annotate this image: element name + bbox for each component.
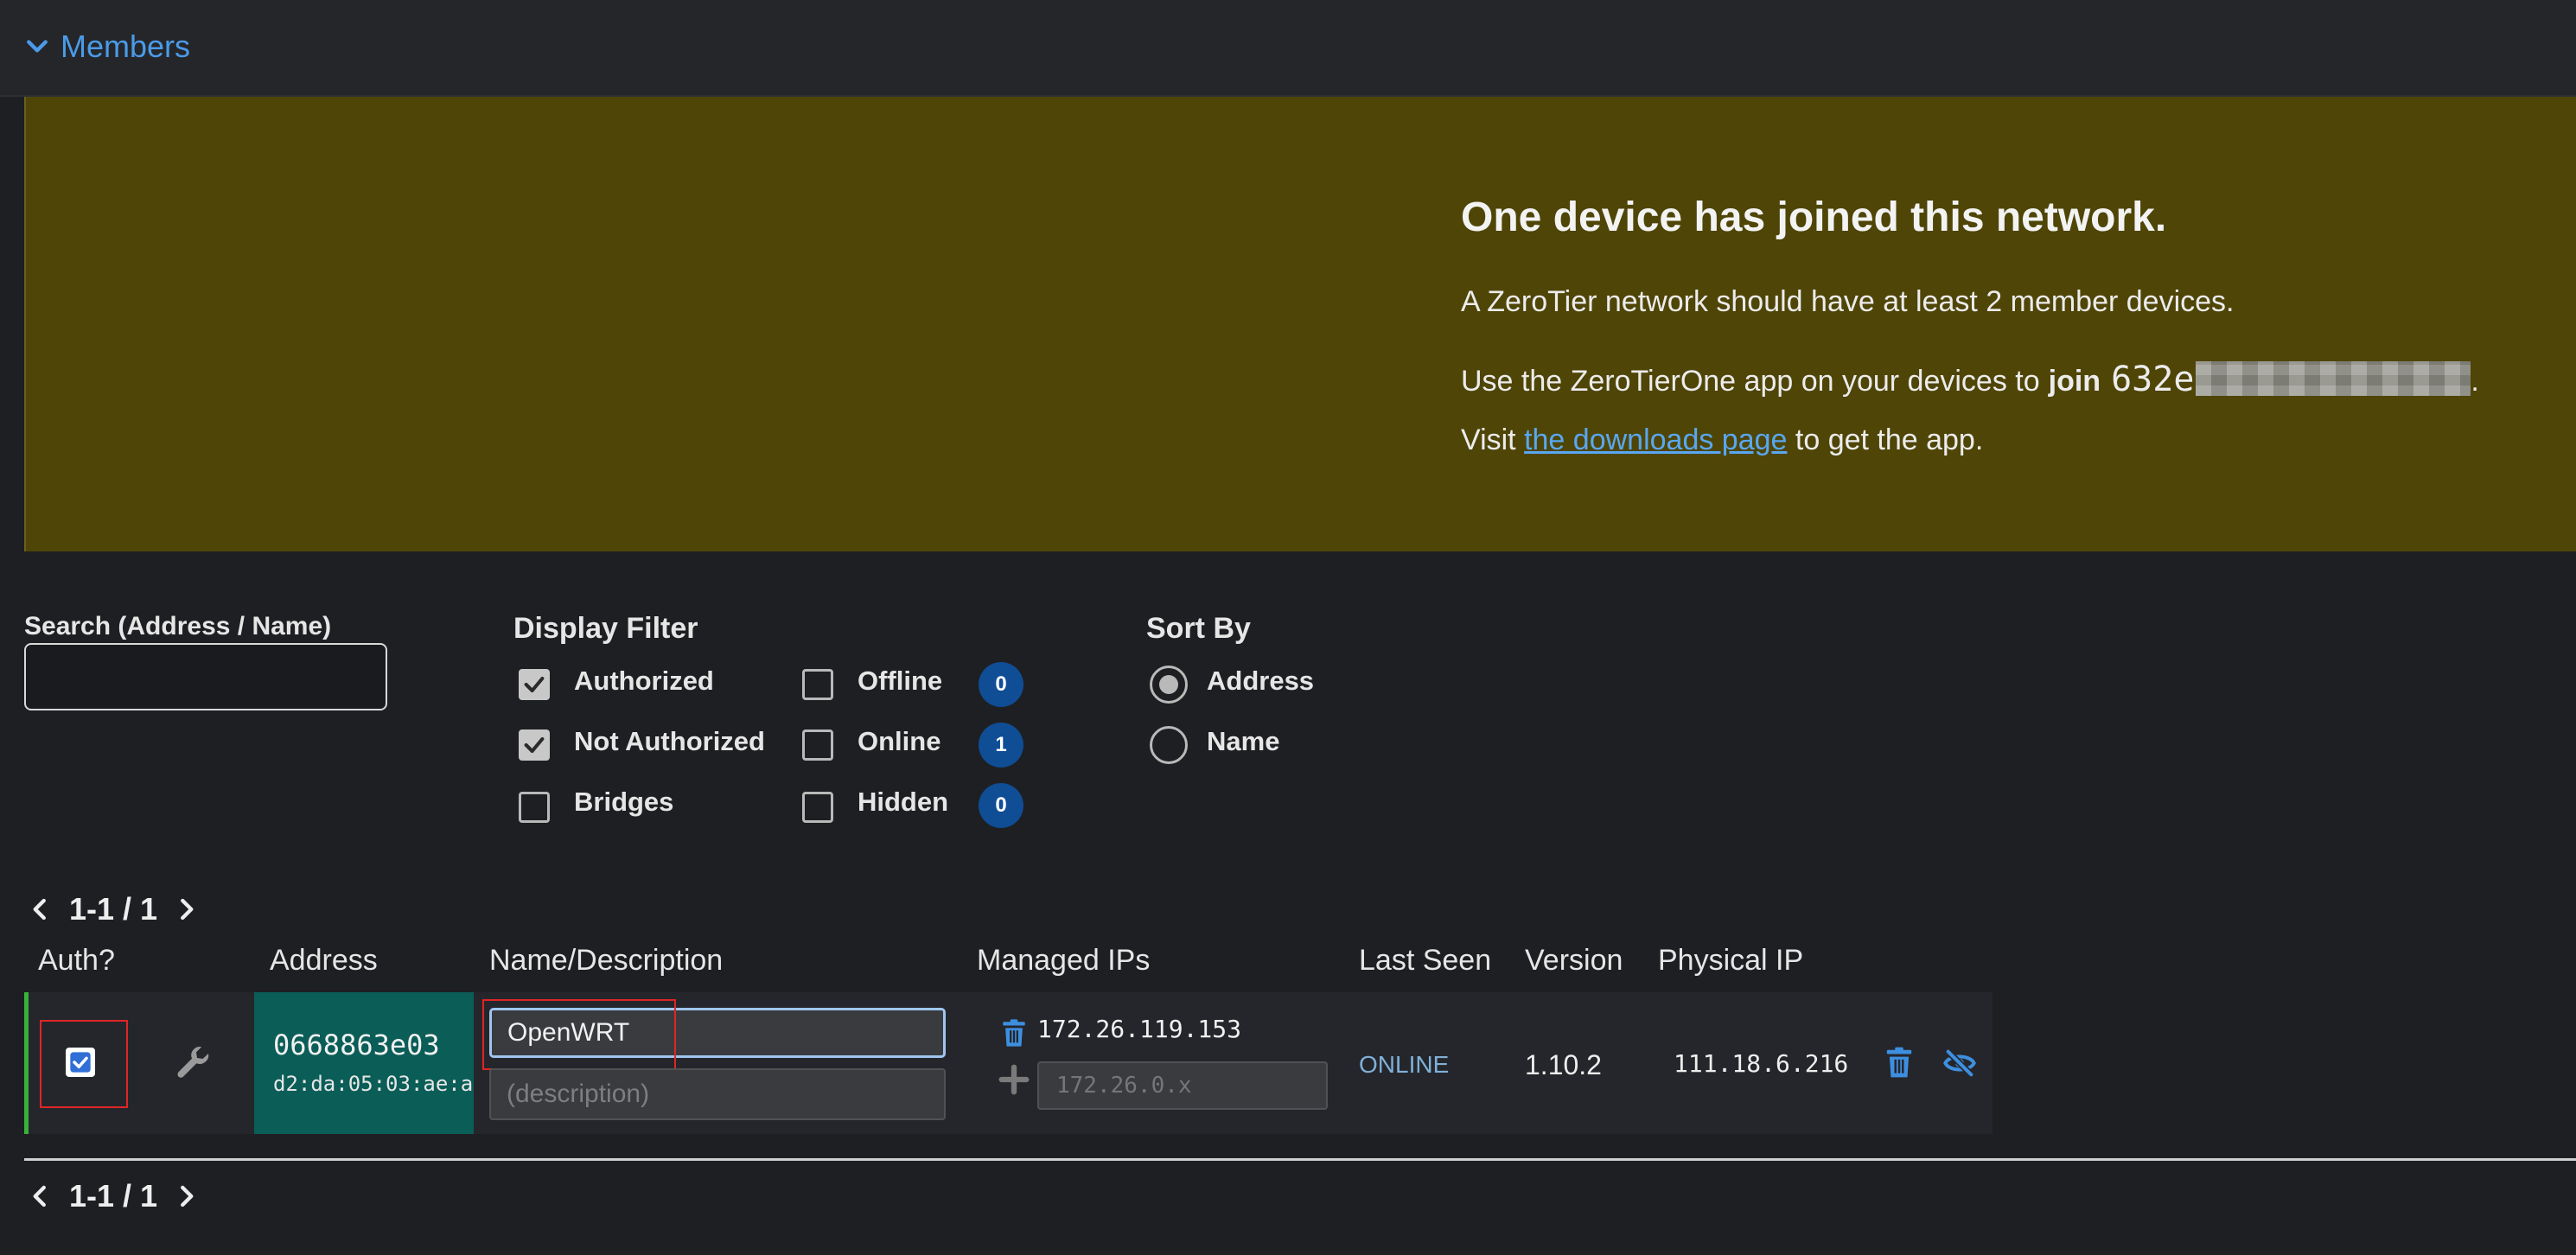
banner-title: One device has joined this network. xyxy=(1461,194,2167,240)
header-managed-ips: Managed IPs xyxy=(977,944,1151,977)
wrench-icon[interactable] xyxy=(173,1042,214,1084)
add-ip-input[interactable] xyxy=(1037,1061,1328,1110)
filter-online-checkbox[interactable] xyxy=(802,729,833,761)
filter-not-authorized-label: Not Authorized xyxy=(574,726,765,756)
chevron-left-icon[interactable] xyxy=(28,896,54,922)
join-banner xyxy=(24,97,2576,551)
search-label: Search (Address / Name) xyxy=(24,612,332,640)
header-auth: Auth? xyxy=(38,944,115,977)
member-name-input[interactable] xyxy=(489,1008,946,1058)
auth-checkbox[interactable] xyxy=(66,1048,95,1077)
members-header: Members xyxy=(0,0,2576,97)
check-icon xyxy=(524,736,545,754)
filter-bridges-checkbox[interactable] xyxy=(519,792,550,823)
filter-offline-label: Offline xyxy=(858,666,943,696)
network-id-redacted xyxy=(2196,361,2471,396)
filter-authorized-checkbox[interactable] xyxy=(519,669,550,700)
table-divider xyxy=(24,1158,2576,1161)
filter-offline-checkbox[interactable] xyxy=(802,669,833,700)
network-id: 632e xyxy=(2111,360,2195,399)
member-description-input[interactable] xyxy=(489,1068,946,1120)
member-version: 1.10.2 xyxy=(1525,1049,1602,1080)
downloads-page-link[interactable]: the downloads page xyxy=(1524,424,1787,456)
trash-icon[interactable] xyxy=(1883,1044,1916,1080)
header-last-seen: Last Seen xyxy=(1359,944,1492,977)
sort-name-radio[interactable] xyxy=(1150,726,1188,764)
banner-line-join: Use the ZeroTierOne app on your devices … xyxy=(1461,356,2479,399)
banner-join-prefix: Use the ZeroTierOne app on your devices … xyxy=(1461,365,2040,398)
eye-slash-icon[interactable] xyxy=(1942,1046,1978,1080)
filter-hidden-checkbox[interactable] xyxy=(802,792,833,823)
member-mac: d2:da:05:03:ae:a xyxy=(273,1072,474,1096)
banner-join-suffix: . xyxy=(2471,365,2479,398)
banner-visit-prefix: Visit xyxy=(1461,424,1516,456)
online-count-badge: 1 xyxy=(979,723,1023,768)
search-input[interactable] xyxy=(24,643,387,710)
filter-bridges-label: Bridges xyxy=(574,787,674,817)
pagination-top: 1-1 / 1 xyxy=(28,890,199,928)
filter-authorized-label: Authorized xyxy=(574,666,714,696)
filter-online-label: Online xyxy=(858,726,941,756)
sort-name-label: Name xyxy=(1207,726,1280,756)
header-address: Address xyxy=(270,944,378,977)
pagination-text: 1-1 / 1 xyxy=(69,891,158,927)
offline-count-badge: 0 xyxy=(979,662,1023,707)
pagination-text: 1-1 / 1 xyxy=(69,1178,158,1214)
filter-not-authorized-checkbox[interactable] xyxy=(519,729,550,761)
sort-by-title: Sort By xyxy=(1146,612,1251,645)
chevron-down-icon xyxy=(27,40,48,53)
chevron-right-icon[interactable] xyxy=(173,1183,199,1209)
header-physical-ip: Physical IP xyxy=(1658,944,1804,977)
sort-address-radio[interactable] xyxy=(1150,666,1188,704)
chevron-left-icon[interactable] xyxy=(28,1183,54,1209)
filter-hidden-label: Hidden xyxy=(858,787,949,817)
managed-ip-value: 172.26.119.153 xyxy=(1037,1015,1242,1043)
pagination-bottom: 1-1 / 1 xyxy=(28,1177,199,1215)
header-name-description: Name/Description xyxy=(489,944,724,977)
banner-line-downloads: Visit the downloads page to get the app. xyxy=(1461,424,1983,457)
trash-icon[interactable] xyxy=(999,1016,1029,1049)
members-toggle[interactable]: Members xyxy=(26,26,190,67)
last-seen-status: ONLINE xyxy=(1359,1051,1450,1078)
banner-join-word: join xyxy=(2048,365,2101,398)
banner-visit-suffix: to get the app. xyxy=(1795,424,1984,456)
member-address: 0668863e03 xyxy=(273,1029,440,1061)
plus-icon[interactable] xyxy=(998,1063,1030,1096)
check-icon xyxy=(70,1052,91,1073)
hidden-count-badge: 0 xyxy=(979,783,1023,828)
sort-address-label: Address xyxy=(1207,666,1315,696)
check-icon xyxy=(524,676,545,693)
chevron-right-icon[interactable] xyxy=(173,896,199,922)
display-filter-title: Display Filter xyxy=(513,612,698,645)
banner-line-minimum: A ZeroTier network should have at least … xyxy=(1461,285,2235,318)
members-label: Members xyxy=(61,29,191,64)
address-cell: 0668863e03 d2:da:05:03:ae:a xyxy=(254,992,474,1134)
physical-ip: 111.18.6.216 xyxy=(1674,1049,1849,1078)
header-version: Version xyxy=(1525,944,1623,977)
